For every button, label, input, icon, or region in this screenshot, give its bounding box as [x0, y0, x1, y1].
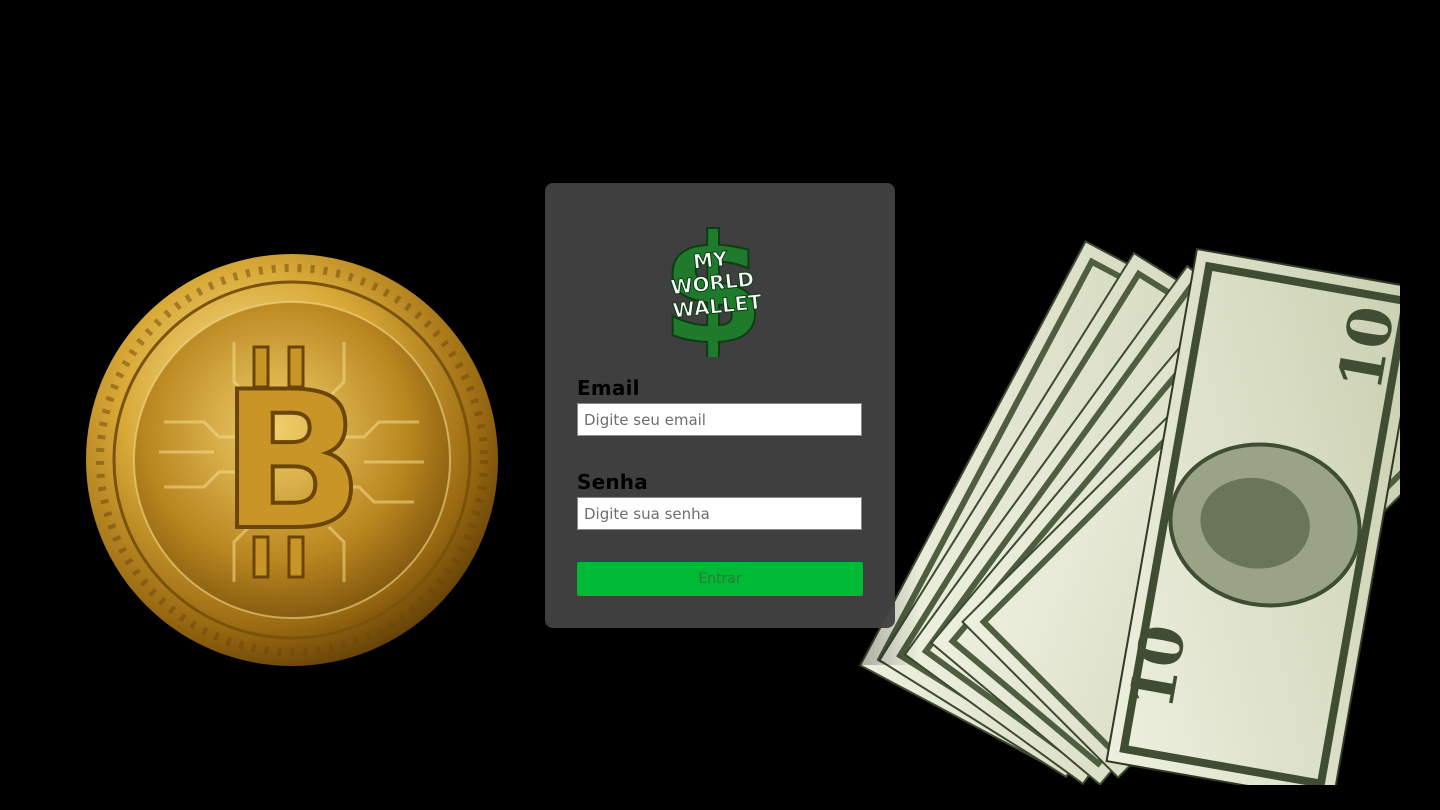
password-input[interactable] — [577, 497, 862, 530]
login-card: $ MY WORLD WALLET Email Senha Entrar — [545, 183, 895, 628]
password-label: Senha — [577, 470, 648, 494]
login-page: B 10 10 $ MY WORLD WALLET Email Digite s… — [0, 0, 1440, 810]
my-world-wallet-logo: $ MY WORLD WALLET — [663, 217, 766, 357]
bitcoin-coin-icon: B — [86, 254, 498, 666]
svg-text:10: 10 — [1326, 301, 1400, 395]
email-label: Email — [577, 376, 640, 400]
email-input[interactable] — [577, 403, 862, 436]
svg-text:10: 10 — [1117, 620, 1200, 714]
login-button[interactable]: Entrar — [577, 562, 863, 596]
